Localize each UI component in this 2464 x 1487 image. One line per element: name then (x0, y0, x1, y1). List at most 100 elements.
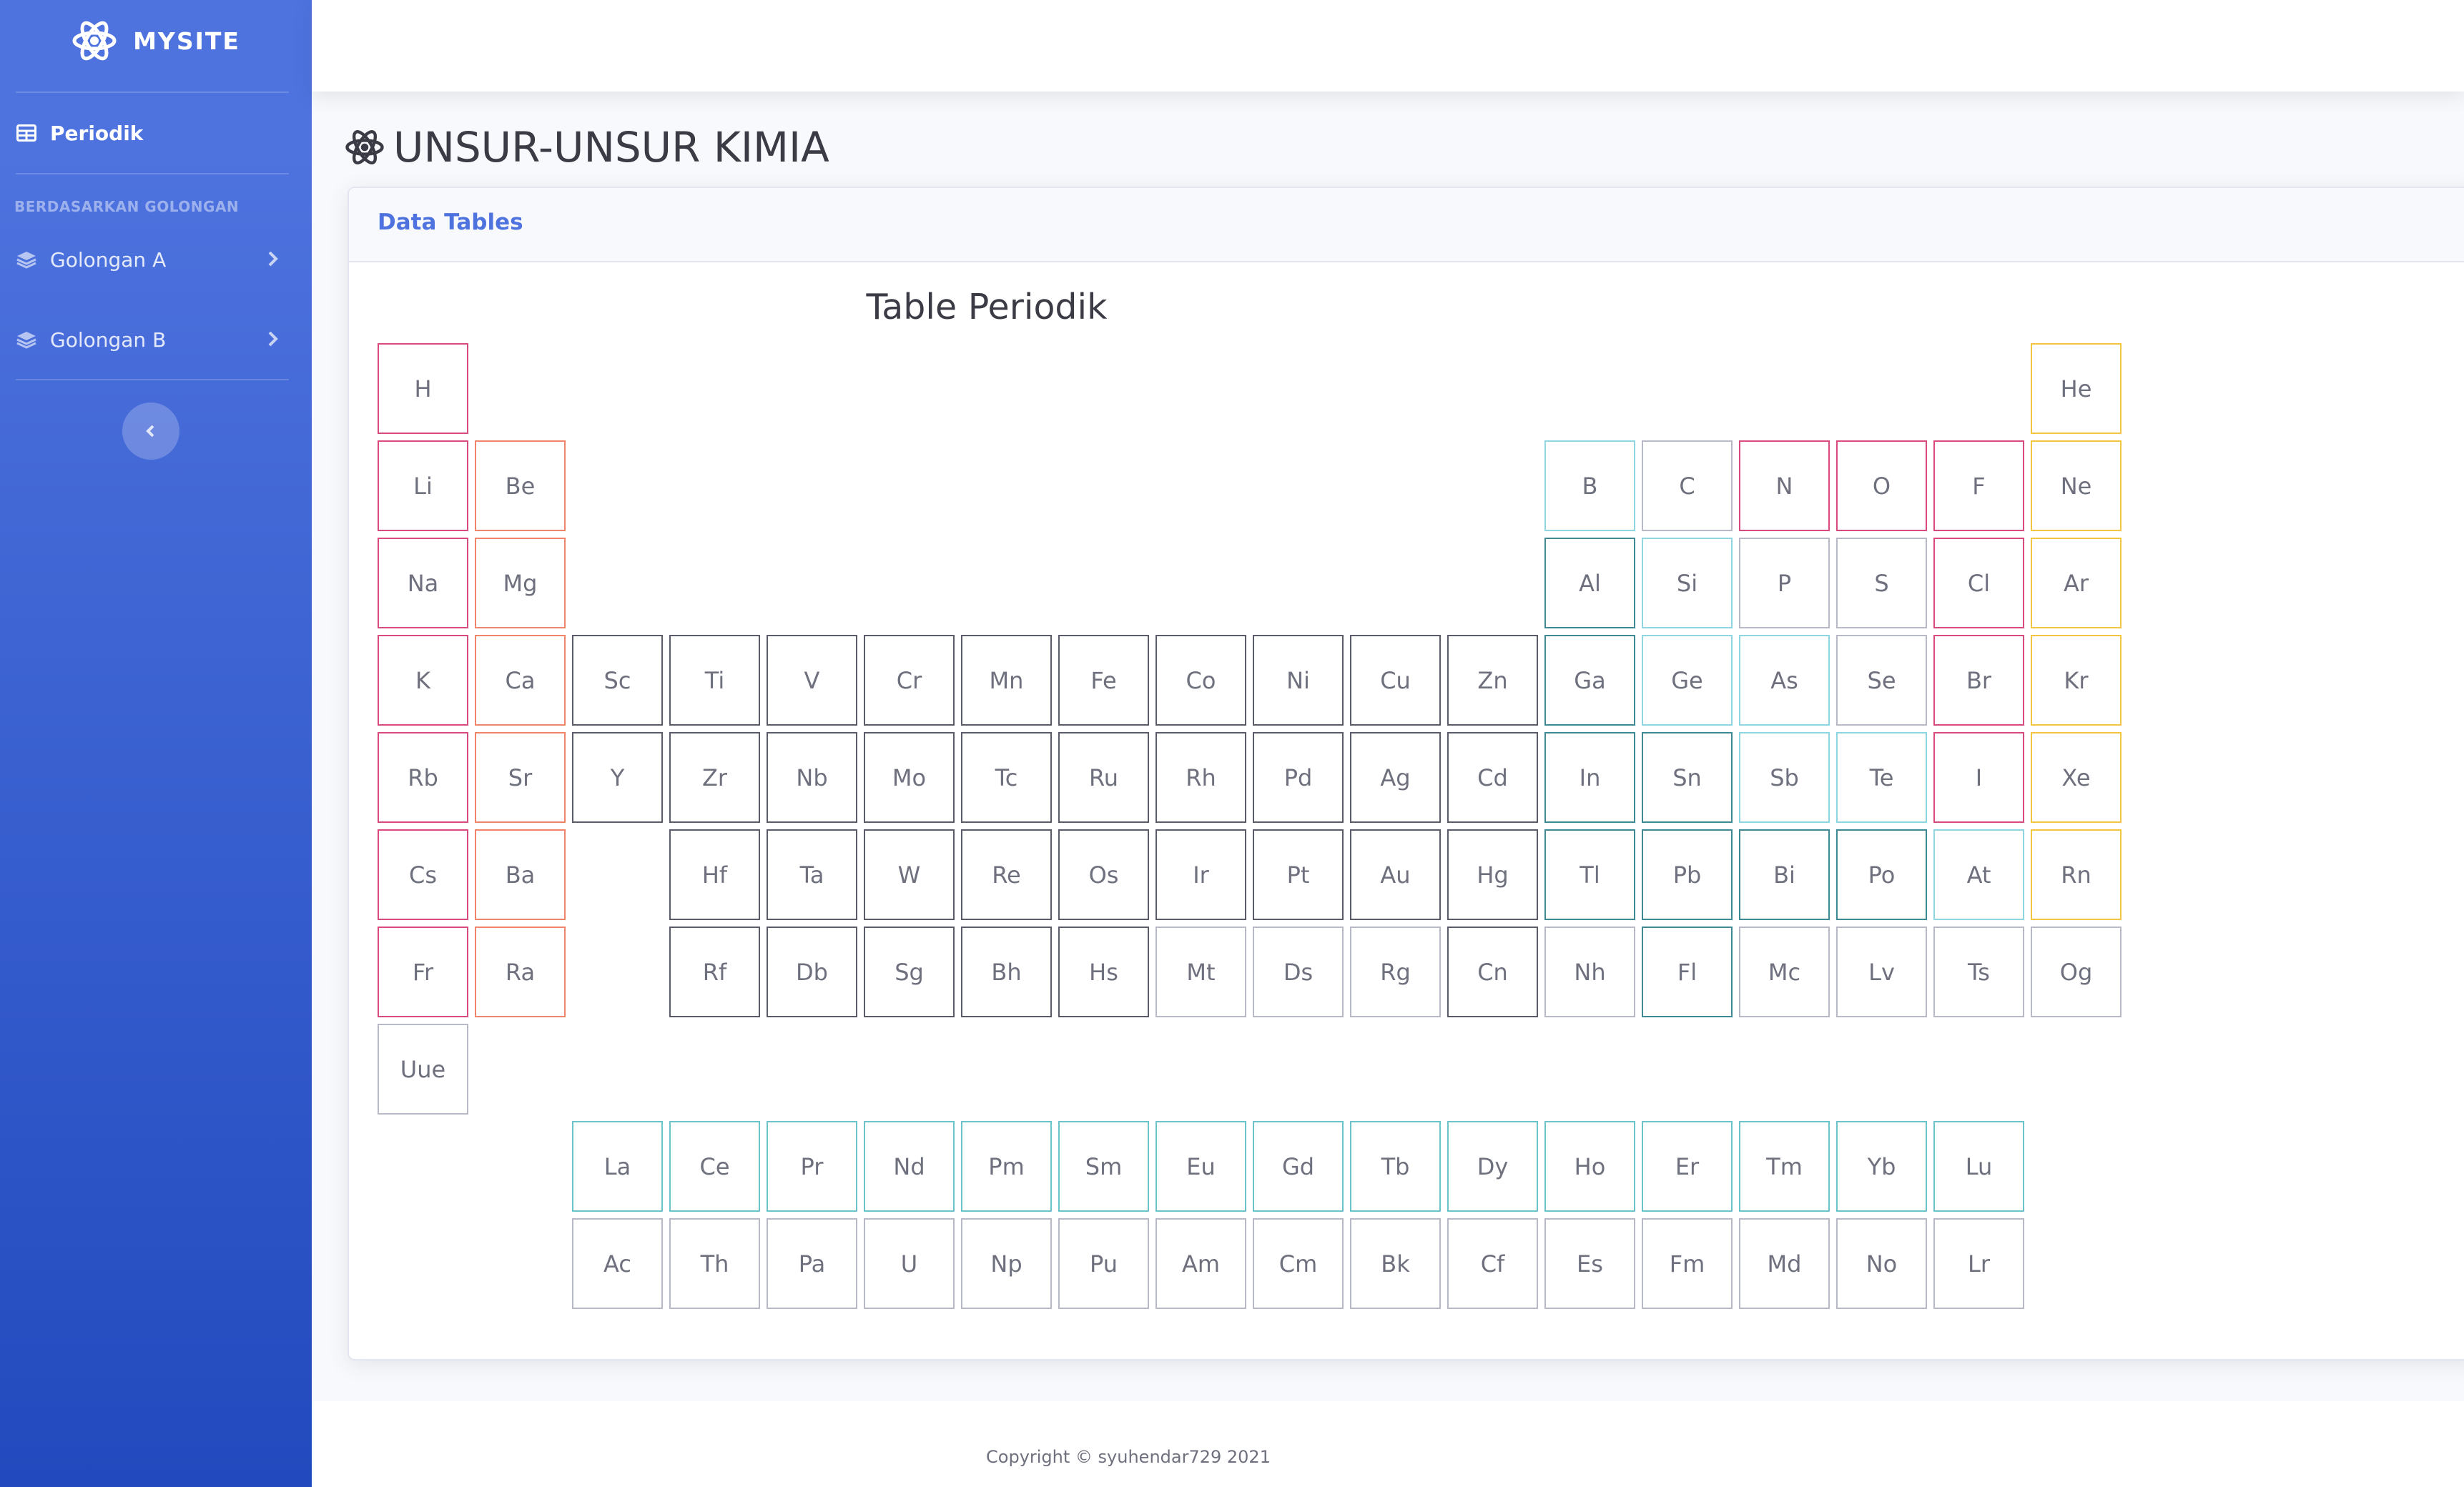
element-bk[interactable]: Bk (1350, 1218, 1441, 1309)
element-es[interactable]: Es (1544, 1218, 1635, 1309)
element-ru[interactable]: Ru (1058, 732, 1149, 823)
sidebar-toggle-button[interactable] (122, 402, 179, 460)
element-fr[interactable]: Fr (378, 927, 468, 1017)
element-hg[interactable]: Hg (1447, 829, 1538, 920)
element-fe[interactable]: Fe (1058, 635, 1149, 726)
element-og[interactable]: Og (2031, 927, 2121, 1017)
element-rb[interactable]: Rb (378, 732, 468, 823)
element-fm[interactable]: Fm (1642, 1218, 1733, 1309)
element-tb[interactable]: Tb (1350, 1121, 1441, 1212)
element-gd[interactable]: Gd (1253, 1121, 1344, 1212)
element-la[interactable]: La (572, 1121, 663, 1212)
element-tm[interactable]: Tm (1739, 1121, 1830, 1212)
element-po[interactable]: Po (1836, 829, 1927, 920)
element-cl[interactable]: Cl (1933, 538, 2024, 628)
element-b[interactable]: B (1544, 440, 1635, 531)
element-lv[interactable]: Lv (1836, 927, 1927, 1017)
element-mt[interactable]: Mt (1155, 927, 1246, 1017)
element-db[interactable]: Db (767, 927, 857, 1017)
element-zr[interactable]: Zr (669, 732, 760, 823)
element-be[interactable]: Be (475, 440, 566, 531)
element-cs[interactable]: Cs (378, 829, 468, 920)
element-na[interactable]: Na (378, 538, 468, 628)
element-lr[interactable]: Lr (1933, 1218, 2024, 1309)
element-ti[interactable]: Ti (669, 635, 760, 726)
element-mc[interactable]: Mc (1739, 927, 1830, 1017)
element-ne[interactable]: Ne (2031, 440, 2121, 531)
element-zn[interactable]: Zn (1447, 635, 1538, 726)
element-n[interactable]: N (1739, 440, 1830, 531)
element-pb[interactable]: Pb (1642, 829, 1733, 920)
element-re[interactable]: Re (961, 829, 1052, 920)
element-al[interactable]: Al (1544, 538, 1635, 628)
element-kr[interactable]: Kr (2031, 635, 2121, 726)
sidebar-item-golongan-a[interactable]: Golongan A (0, 231, 312, 288)
element-ni[interactable]: Ni (1253, 635, 1344, 726)
element-cn[interactable]: Cn (1447, 927, 1538, 1017)
element-ac[interactable]: Ac (572, 1218, 663, 1309)
element-cr[interactable]: Cr (864, 635, 955, 726)
element-ba[interactable]: Ba (475, 829, 566, 920)
element-hf[interactable]: Hf (669, 829, 760, 920)
element-k[interactable]: K (378, 635, 468, 726)
element-bi[interactable]: Bi (1739, 829, 1830, 920)
element-co[interactable]: Co (1155, 635, 1246, 726)
element-yb[interactable]: Yb (1836, 1121, 1927, 1212)
element-bh[interactable]: Bh (961, 927, 1052, 1017)
element-y[interactable]: Y (572, 732, 663, 823)
element-sn[interactable]: Sn (1642, 732, 1733, 823)
element-br[interactable]: Br (1933, 635, 2024, 726)
element-sg[interactable]: Sg (864, 927, 955, 1017)
element-mn[interactable]: Mn (961, 635, 1052, 726)
element-ag[interactable]: Ag (1350, 732, 1441, 823)
element-np[interactable]: Np (961, 1218, 1052, 1309)
element-eu[interactable]: Eu (1155, 1121, 1246, 1212)
element-ta[interactable]: Ta (767, 829, 857, 920)
element-c[interactable]: C (1642, 440, 1733, 531)
element-ca[interactable]: Ca (475, 635, 566, 726)
element-nb[interactable]: Nb (767, 732, 857, 823)
element-uue[interactable]: Uue (378, 1024, 468, 1115)
element-nd[interactable]: Nd (864, 1121, 955, 1212)
element-o[interactable]: O (1836, 440, 1927, 531)
element-i[interactable]: I (1933, 732, 2024, 823)
element-dy[interactable]: Dy (1447, 1121, 1538, 1212)
element-cm[interactable]: Cm (1253, 1218, 1344, 1309)
element-md[interactable]: Md (1739, 1218, 1830, 1309)
element-am[interactable]: Am (1155, 1218, 1246, 1309)
element-ce[interactable]: Ce (669, 1121, 760, 1212)
element-cf[interactable]: Cf (1447, 1218, 1538, 1309)
element-hs[interactable]: Hs (1058, 927, 1149, 1017)
element-s[interactable]: S (1836, 538, 1927, 628)
element-no[interactable]: No (1836, 1218, 1927, 1309)
element-as[interactable]: As (1739, 635, 1830, 726)
element-tl[interactable]: Tl (1544, 829, 1635, 920)
element-tc[interactable]: Tc (961, 732, 1052, 823)
element-se[interactable]: Se (1836, 635, 1927, 726)
element-mo[interactable]: Mo (864, 732, 955, 823)
element-sb[interactable]: Sb (1739, 732, 1830, 823)
element-fl[interactable]: Fl (1642, 927, 1733, 1017)
element-er[interactable]: Er (1642, 1121, 1733, 1212)
element-au[interactable]: Au (1350, 829, 1441, 920)
element-nh[interactable]: Nh (1544, 927, 1635, 1017)
element-os[interactable]: Os (1058, 829, 1149, 920)
element-ts[interactable]: Ts (1933, 927, 2024, 1017)
element-ho[interactable]: Ho (1544, 1121, 1635, 1212)
element-pm[interactable]: Pm (961, 1121, 1052, 1212)
element-li[interactable]: Li (378, 440, 468, 531)
element-rn[interactable]: Rn (2031, 829, 2121, 920)
element-rg[interactable]: Rg (1350, 927, 1441, 1017)
sidebar-item-golongan-b[interactable]: Golongan B (0, 311, 312, 368)
element-te[interactable]: Te (1836, 732, 1927, 823)
element-pu[interactable]: Pu (1058, 1218, 1149, 1309)
element-at[interactable]: At (1933, 829, 2024, 920)
element-ar[interactable]: Ar (2031, 538, 2121, 628)
element-pt[interactable]: Pt (1253, 829, 1344, 920)
element-w[interactable]: W (864, 829, 955, 920)
element-rh[interactable]: Rh (1155, 732, 1246, 823)
element-pr[interactable]: Pr (767, 1121, 857, 1212)
element-xe[interactable]: Xe (2031, 732, 2121, 823)
element-v[interactable]: V (767, 635, 857, 726)
sidebar-item-periodik[interactable]: Periodik (0, 104, 312, 162)
